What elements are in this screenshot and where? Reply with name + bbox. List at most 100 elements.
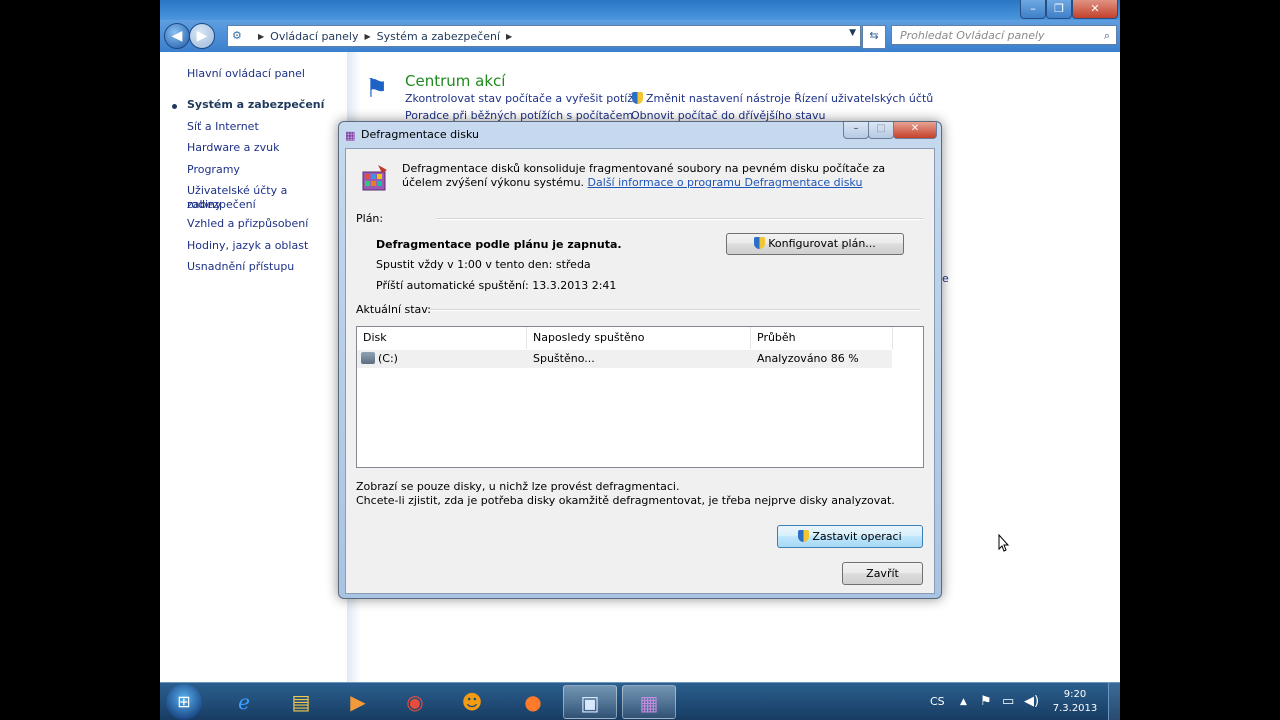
taskbar-control-panel[interactable]: ▣	[563, 685, 617, 719]
action-center-flag-icon[interactable]: ⚑	[980, 683, 992, 720]
sidebar: Hlavní ovládací panel Systém a zabezpeče…	[160, 52, 347, 682]
show-hidden-icons-icon[interactable]: ▲	[960, 683, 967, 720]
breadcrumb-control-panel[interactable]: Ovládací panely	[270, 30, 358, 43]
language-indicator[interactable]: CS	[930, 683, 945, 720]
windows-logo-icon: ⊞	[177, 692, 191, 711]
search-placeholder: Prohledat Ovládací panely	[900, 29, 1045, 42]
row-progress: Analyzováno 86 %	[757, 352, 859, 365]
schedule-status: Defragmentace podle plánu je zapnuta.	[376, 238, 622, 251]
taskbar-firefox[interactable]: ●	[506, 685, 560, 719]
configure-schedule-button[interactable]: Konfigurovat plán...	[726, 233, 904, 255]
list-header: Disk Naposledy spuštěno Průběh	[357, 327, 923, 349]
arrow-right-icon: ▶	[196, 28, 208, 44]
clock-date: 7.3.2013	[1052, 703, 1098, 714]
schedule-label: Plán:	[356, 212, 384, 225]
stop-operation-button[interactable]: Zastavit operaci	[777, 525, 923, 548]
row-last-run: Spuštěno...	[533, 352, 595, 365]
sidebar-item-clock-language[interactable]: Hodiny, jazyk a oblast	[187, 239, 308, 253]
dialog-title: Defragmentace disku	[361, 128, 479, 141]
close-dialog-button[interactable]: Zavřít	[842, 562, 923, 585]
smiley-app-icon: ☻	[461, 690, 483, 714]
link-uac-settings-label: Změnit nastavení nástroje Řízení uživate…	[646, 92, 934, 105]
breadcrumb-chevron-icon: ▶	[364, 31, 371, 41]
search-input[interactable]: Prohledat Ovládací panely ⌕	[891, 25, 1117, 45]
action-center-flag-icon: ⚑	[365, 74, 389, 104]
sidebar-item-user-accounts-line2[interactable]: rodiny	[187, 198, 222, 212]
note-disks: Zobrazí se pouze disky, u nichž lze prov…	[356, 480, 680, 493]
screen: – ❐ ✕ ◀ ▶ ⚙ ▶ Ovládací panely ▶ Systém a…	[160, 0, 1120, 720]
dialog-maximize-button: □	[868, 122, 894, 139]
close-button[interactable]: ✕	[1072, 0, 1118, 19]
network-icon[interactable]: ▭	[1002, 683, 1014, 720]
refresh-button[interactable]: ⇆	[862, 25, 886, 49]
info-link[interactable]: Další informace o programu Defragmentace…	[588, 176, 863, 189]
sidebar-item-ease-of-access[interactable]: Usnadnění přístupu	[187, 260, 294, 274]
sidebar-item-programs[interactable]: Programy	[187, 163, 240, 177]
maximize-button[interactable]: ❐	[1046, 0, 1072, 19]
dialog-close-button[interactable]: ✕	[893, 122, 937, 139]
navigation-bar: ◀ ▶ ⚙ ▶ Ovládací panely ▶ Systém a zabez…	[160, 20, 1120, 52]
breadcrumb-system-security[interactable]: Systém a zabezpečení	[377, 30, 500, 43]
forward-button[interactable]: ▶	[189, 23, 215, 49]
link-check-status[interactable]: Zkontrolovat stav počítače a vyřešit pot…	[405, 92, 640, 105]
table-row[interactable]: (C:) Spuštěno... Analyzováno 86 %	[357, 350, 892, 368]
defrag-dialog: ▦ Defragmentace disku – □ ✕ Defragmentac…	[338, 121, 942, 599]
sidebar-item-appearance[interactable]: Vzhled a přizpůsobení	[187, 217, 308, 231]
section-title[interactable]: Centrum akcí	[405, 72, 505, 90]
uac-shield-icon	[632, 92, 643, 104]
column-last-run[interactable]: Naposledy spuštěno	[527, 327, 751, 349]
arrow-left-icon: ◀	[171, 28, 183, 44]
refresh-icon: ⇆	[869, 29, 879, 42]
column-progress[interactable]: Průběh	[751, 327, 893, 349]
start-button[interactable]: ⊞	[166, 684, 202, 720]
minimize-button[interactable]: –	[1020, 0, 1046, 19]
breadcrumb-chevron-icon: ▶	[506, 31, 513, 41]
show-desktop-button[interactable]	[1108, 683, 1120, 720]
clock[interactable]: 9:20 7.3.2013	[1048, 688, 1102, 716]
link-uac-settings[interactable]: Změnit nastavení nástroje Řízení uživate…	[632, 92, 933, 105]
chrome-icon: ◉	[406, 690, 424, 714]
address-bar[interactable]: ⚙ ▶ Ovládací panely ▶ Systém a zabezpeče…	[227, 25, 861, 47]
media-player-icon: ▶	[350, 690, 366, 714]
current-status-label: Aktuální stav:	[356, 303, 431, 316]
disk-list[interactable]: Disk Naposledy spuštěno Průběh (C:) Spuš…	[356, 326, 924, 468]
row-disk-label: (C:)	[378, 352, 398, 365]
schedule-run: Spustit vždy v 1:00 v tento den: středa	[376, 258, 591, 271]
taskbar-explorer[interactable]: ▤	[274, 685, 328, 719]
mouse-cursor-icon	[998, 534, 1010, 552]
taskbar-internet-explorer[interactable]: ℯ	[217, 685, 271, 719]
sidebar-item-hardware[interactable]: Hardware a zvuk	[187, 141, 279, 155]
search-icon[interactable]: ⌕	[1104, 26, 1110, 46]
defrag-taskbar-icon: ▦	[639, 691, 659, 715]
note-analyze: Chcete-li zjistit, zda je potřeba disky …	[356, 494, 895, 507]
back-button[interactable]: ◀	[164, 23, 190, 49]
dialog-minimize-button[interactable]: –	[843, 122, 869, 139]
taskbar: ⊞ ℯ ▤ ▶ ◉ ☻ ● ▣ ▦ CS ▲ ⚑ ▭ ◀) 9:20 7.3.2…	[160, 682, 1120, 720]
sidebar-item-system-security[interactable]: Systém a zabezpečení	[187, 98, 324, 112]
schedule-next: Příští automatické spuštění: 13.3.2013 2…	[376, 279, 617, 292]
taskbar-app-smiley[interactable]: ☻	[445, 685, 499, 719]
divider	[436, 218, 924, 220]
chevron-down-icon[interactable]: ▼	[849, 28, 856, 38]
internet-explorer-icon: ℯ	[238, 690, 250, 714]
explorer-titlebar: – ❐ ✕	[160, 0, 1120, 20]
defrag-app-icon: ▦	[345, 129, 356, 142]
configure-schedule-label: Konfigurovat plán...	[768, 237, 876, 250]
hard-drive-icon	[361, 352, 375, 364]
taskbar-defrag[interactable]: ▦	[622, 685, 676, 719]
row-disk: (C:)	[361, 350, 398, 368]
taskbar-chrome[interactable]: ◉	[388, 685, 442, 719]
dialog-body: Defragmentace disků konsoliduje fragment…	[345, 148, 935, 594]
volume-icon[interactable]: ◀)	[1024, 683, 1039, 720]
control-panel-icon: ⚙	[232, 29, 242, 42]
stop-operation-label: Zastavit operaci	[812, 530, 902, 543]
folder-icon: ▤	[291, 690, 311, 714]
firefox-icon: ●	[524, 690, 542, 714]
sidebar-item-home[interactable]: Hlavní ovládací panel	[187, 67, 305, 81]
taskbar-media-player[interactable]: ▶	[331, 685, 385, 719]
clock-time: 9:20	[1063, 689, 1087, 700]
defrag-icon	[362, 165, 387, 191]
uac-shield-icon	[798, 530, 810, 542]
column-disk[interactable]: Disk	[357, 327, 527, 349]
sidebar-item-network[interactable]: Síť a Internet	[187, 120, 259, 134]
